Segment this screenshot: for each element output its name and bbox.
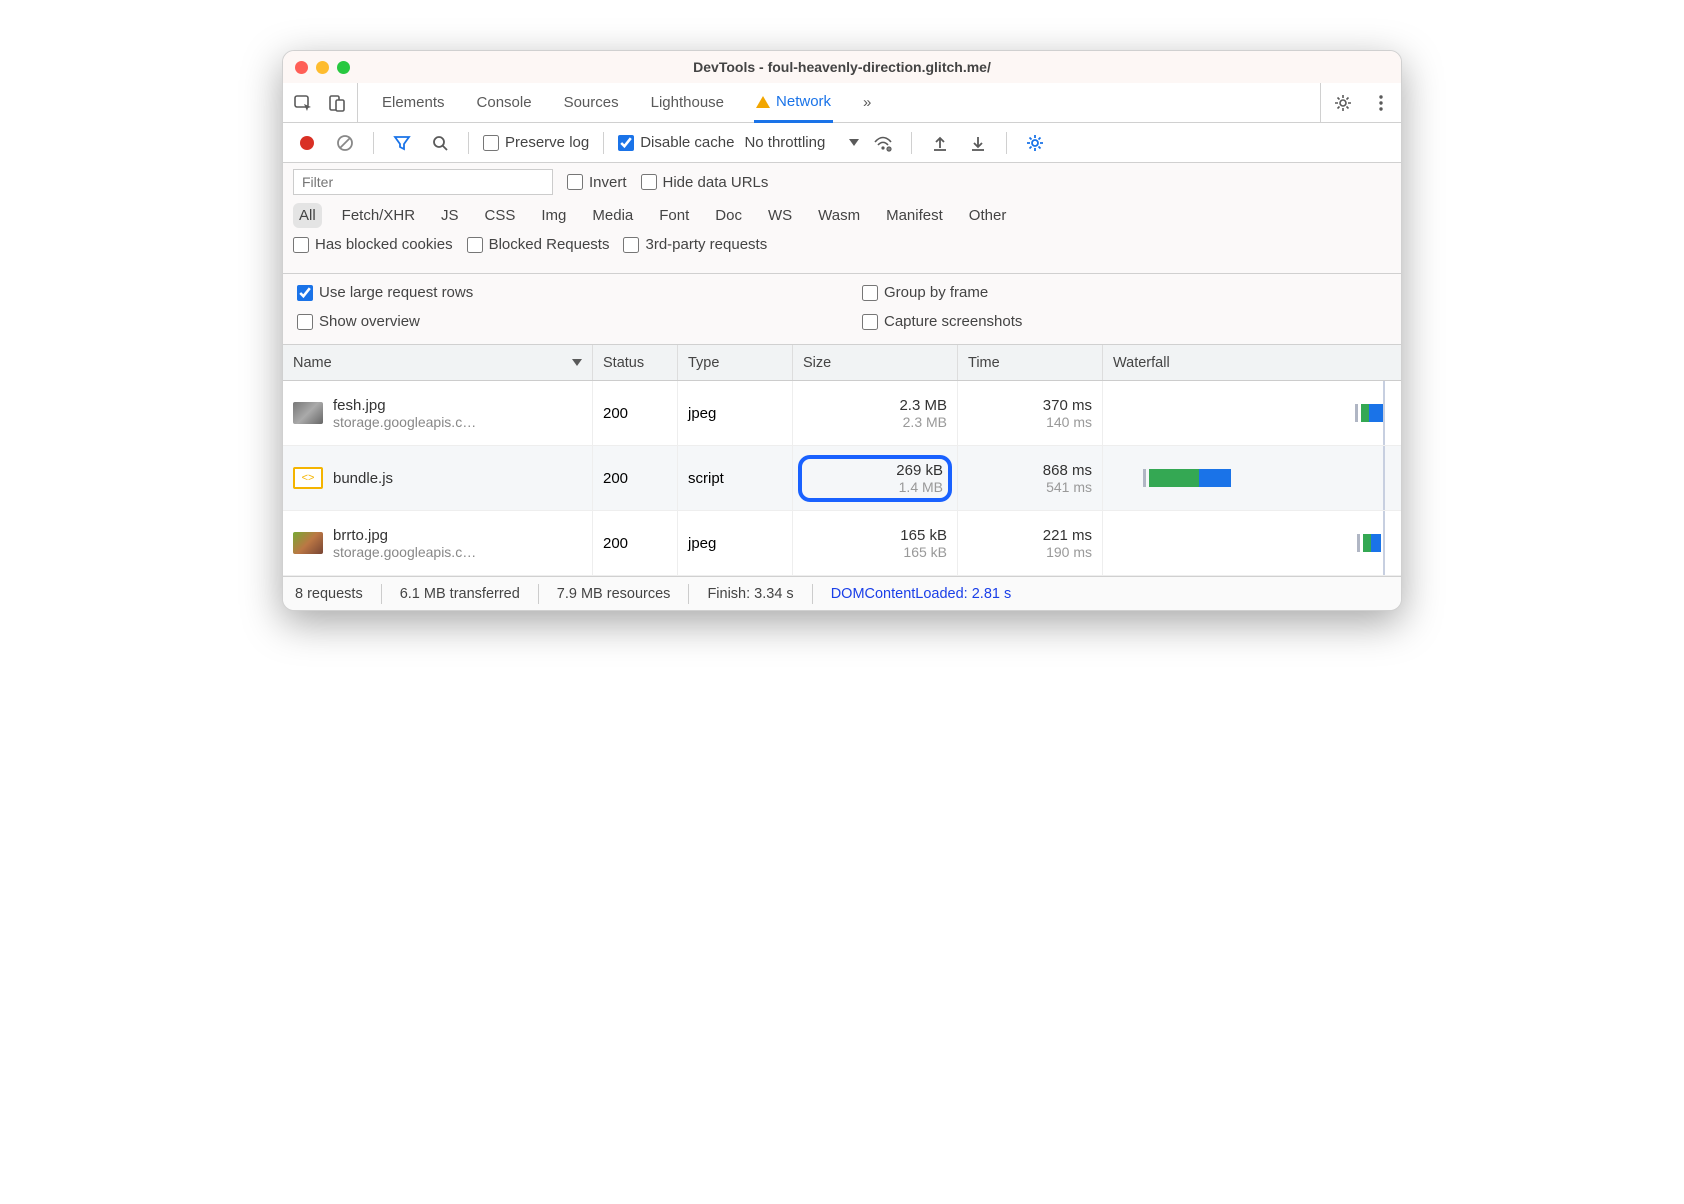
invert-checkbox[interactable]: Invert [567, 174, 627, 191]
network-conditions-icon[interactable] [869, 129, 897, 157]
request-domain: storage.googleapis.c… [333, 544, 476, 560]
throttling-select[interactable]: No throttling [744, 134, 859, 151]
column-time[interactable]: Time [958, 345, 1103, 380]
type-filter-fetch-xhr[interactable]: Fetch/XHR [336, 203, 421, 228]
display-options: Use large request rows Group by frame Sh… [283, 274, 1401, 345]
has-blocked-cookies-checkbox[interactable]: Has blocked cookies [293, 236, 453, 253]
filter-bar: Invert Hide data URLs All Fetch/XHR JS CSS I… [283, 163, 1401, 274]
inspect-element-icon[interactable] [289, 89, 317, 117]
status-domcontentloaded: DOMContentLoaded: 2.81 s [831, 586, 1012, 602]
warning-icon [756, 96, 770, 108]
status-requests: 8 requests [295, 586, 363, 602]
table-row[interactable]: brrto.jpgstorage.googleapis.c… 200jpeg165… [283, 511, 1401, 576]
clear-icon[interactable] [331, 129, 359, 157]
tab-sources[interactable]: Sources [562, 84, 621, 121]
status-bar: 8 requests 6.1 MB transferred 7.9 MB res… [283, 576, 1401, 610]
requests-table: Name Status Type Size Time Waterfall fes… [283, 345, 1401, 576]
request-size: 165 kB165 kB [793, 511, 958, 575]
titlebar: DevTools - foul-heavenly-direction.glitc… [283, 51, 1401, 83]
type-filter-js[interactable]: JS [435, 203, 465, 228]
tab-network[interactable]: Network [754, 83, 833, 123]
request-name: bundle.js [333, 470, 393, 487]
request-size: 269 kB1.4 MB [793, 446, 958, 510]
request-size: 2.3 MB2.3 MB [793, 381, 958, 445]
group-by-frame-checkbox[interactable]: Group by frame [862, 284, 1387, 301]
image-thumbnail [293, 532, 323, 554]
type-filter-doc[interactable]: Doc [709, 203, 748, 228]
type-filter-media[interactable]: Media [586, 203, 639, 228]
tab-console[interactable]: Console [475, 84, 534, 121]
preserve-log-checkbox[interactable]: Preserve log [483, 134, 589, 151]
filter-input[interactable] [293, 169, 553, 195]
third-party-checkbox[interactable]: 3rd-party requests [623, 236, 767, 253]
upload-har-icon[interactable] [926, 129, 954, 157]
image-thumbnail [293, 402, 323, 424]
request-name: brrto.jpg [333, 527, 476, 544]
search-icon[interactable] [426, 129, 454, 157]
status-transferred: 6.1 MB transferred [400, 586, 520, 602]
request-time: 868 ms541 ms [958, 446, 1103, 510]
panel-tabbar: Elements Console Sources Lighthouse Netw… [283, 83, 1401, 123]
request-status: 200 [593, 511, 678, 575]
column-name[interactable]: Name [283, 345, 593, 380]
panel-tabs: Elements Console Sources Lighthouse Netw… [380, 83, 1314, 122]
network-settings-gear-icon[interactable] [1021, 129, 1049, 157]
devtools-window: DevTools - foul-heavenly-direction.glitc… [282, 50, 1402, 611]
kebab-menu-icon[interactable] [1367, 89, 1395, 117]
script-icon: <> [293, 467, 323, 489]
status-finish: Finish: 3.34 s [707, 586, 793, 602]
blocked-requests-checkbox[interactable]: Blocked Requests [467, 236, 610, 253]
request-domain: storage.googleapis.c… [333, 414, 476, 430]
request-type: script [678, 446, 793, 510]
request-time: 221 ms190 ms [958, 511, 1103, 575]
request-status: 200 [593, 381, 678, 445]
column-waterfall[interactable]: Waterfall [1103, 345, 1401, 380]
network-toolbar: Preserve log Disable cache No throttling [283, 123, 1401, 163]
type-filter-wasm[interactable]: Wasm [812, 203, 866, 228]
request-type: jpeg [678, 381, 793, 445]
type-filter-css[interactable]: CSS [479, 203, 522, 228]
request-name: fesh.jpg [333, 397, 476, 414]
hide-data-urls-checkbox[interactable]: Hide data URLs [641, 174, 769, 191]
filter-icon[interactable] [388, 129, 416, 157]
type-filter-manifest[interactable]: Manifest [880, 203, 949, 228]
download-har-icon[interactable] [964, 129, 992, 157]
column-type[interactable]: Type [678, 345, 793, 380]
type-filter-other[interactable]: Other [963, 203, 1013, 228]
device-toggle-icon[interactable] [323, 89, 351, 117]
capture-screenshots-checkbox[interactable]: Capture screenshots [862, 313, 1387, 330]
record-button[interactable] [293, 129, 321, 157]
status-resources: 7.9 MB resources [557, 586, 671, 602]
type-filter-font[interactable]: Font [653, 203, 695, 228]
sort-indicator-icon [572, 359, 582, 366]
tab-lighthouse[interactable]: Lighthouse [649, 84, 726, 121]
column-status[interactable]: Status [593, 345, 678, 380]
show-overview-checkbox[interactable]: Show overview [297, 313, 822, 330]
use-large-rows-checkbox[interactable]: Use large request rows [297, 284, 822, 301]
settings-gear-icon[interactable] [1329, 89, 1357, 117]
waterfall-cell [1103, 381, 1401, 445]
table-row[interactable]: fesh.jpgstorage.googleapis.c… 200jpeg2.3 … [283, 381, 1401, 446]
waterfall-cell [1103, 511, 1401, 575]
request-status: 200 [593, 446, 678, 510]
tab-network-label: Network [776, 93, 831, 110]
request-type: jpeg [678, 511, 793, 575]
table-body: fesh.jpgstorage.googleapis.c…200jpeg2.3 … [283, 381, 1401, 576]
table-row[interactable]: <> bundle.js 200script269 kB1.4 MB868 ms54… [283, 446, 1401, 511]
window-title: DevTools - foul-heavenly-direction.glitc… [283, 59, 1401, 75]
tabs-overflow[interactable]: » [861, 84, 873, 121]
type-filter-img[interactable]: Img [535, 203, 572, 228]
table-header: Name Status Type Size Time Waterfall [283, 345, 1401, 381]
request-time: 370 ms140 ms [958, 381, 1103, 445]
chevron-down-icon [849, 139, 859, 146]
type-filters: All Fetch/XHR JS CSS Img Media Font Doc WS Wasm Ma… [293, 203, 1391, 228]
type-filter-ws[interactable]: WS [762, 203, 798, 228]
tab-elements[interactable]: Elements [380, 84, 447, 121]
disable-cache-checkbox[interactable]: Disable cache [618, 134, 734, 151]
waterfall-cell [1103, 446, 1401, 510]
type-filter-all[interactable]: All [293, 203, 322, 228]
column-size[interactable]: Size [793, 345, 958, 380]
